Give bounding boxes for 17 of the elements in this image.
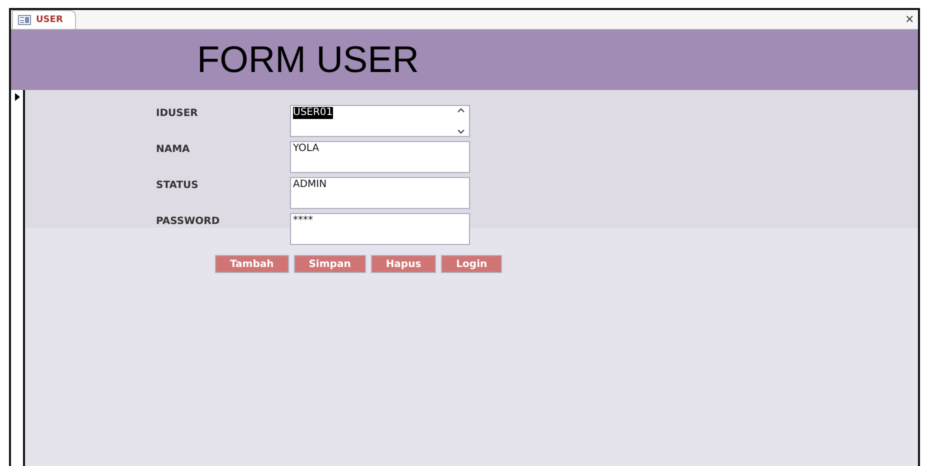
field-label: STATUS [155,179,200,193]
field-label: NAMA [155,143,191,157]
field-value: ADMIN [293,179,327,191]
form-tab[interactable]: USER [12,10,76,29]
field-label: PASSWORD [155,215,221,229]
field-value: YOLA [293,143,320,155]
input-field[interactable]: YOLA [290,141,470,173]
input-field[interactable]: USER01 [290,105,470,137]
field-value: USER01 [293,107,333,119]
form-icon [18,15,31,25]
input-field[interactable]: ADMIN [290,177,470,209]
scroll-up-icon[interactable] [457,107,465,113]
field-value: **** [293,215,313,227]
scroll-down-icon[interactable] [457,129,465,135]
form-title: FORM USER [197,39,419,81]
input-field[interactable]: **** [290,213,470,245]
field-label: IDUSER [155,107,199,121]
